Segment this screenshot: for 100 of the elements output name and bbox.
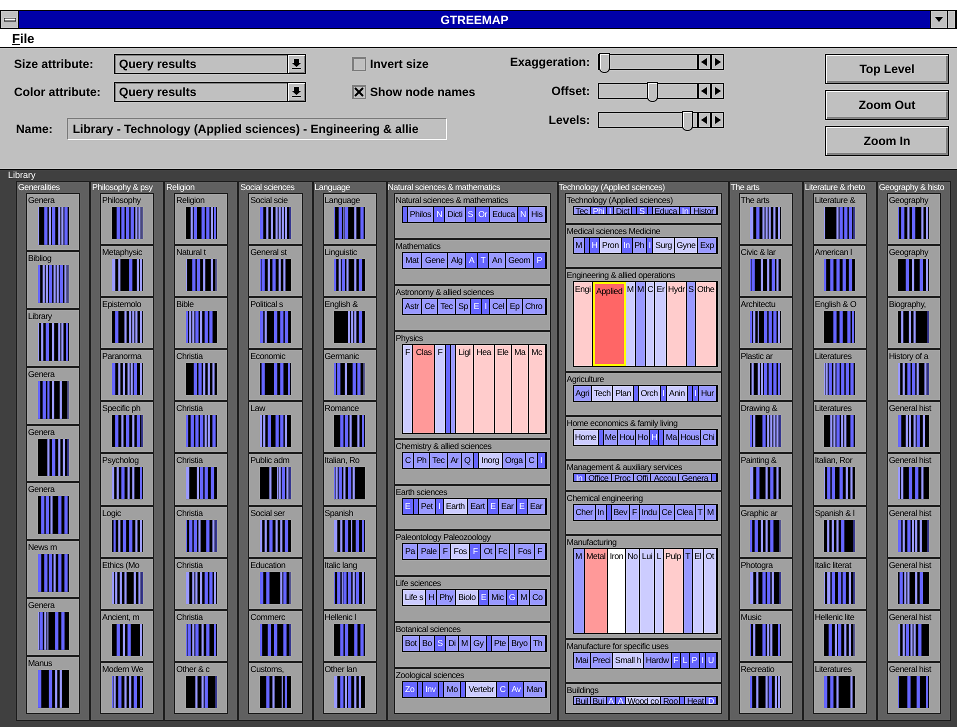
- treemap-leaf[interactable]: Tech: [592, 386, 614, 401]
- treemap-leaf[interactable]: F: [630, 505, 640, 520]
- treemap-leaf[interactable]: S: [466, 207, 476, 222]
- treemap-node[interactable]: Medical sciences Medicine M H Pron In Ph I Surg Gyne Exp: [564, 224, 722, 268]
- treemap-leaf[interactable]: Ele: [494, 344, 512, 433]
- treemap-node[interactable]: Music: [738, 610, 793, 662]
- treemap-column[interactable]: [386, 181, 558, 721]
- treemap-leaf[interactable]: Me: [604, 430, 618, 445]
- treemap-leaf[interactable]: Di: [446, 636, 459, 652]
- treemap-leaf[interactable]: Dict: [614, 207, 632, 214]
- treemap-column[interactable]: The arts The arts Civic & lar Architectu Plastic ar Drawing & Painting & Graphic ar Photogra Music Recreatio: [728, 181, 803, 721]
- treemap-node[interactable]: Italian, Ro: [322, 453, 377, 506]
- dropdown[interactable]: Query results: [114, 82, 306, 102]
- treemap-leaf[interactable]: Fos: [451, 544, 470, 560]
- treemap-leaf[interactable]: M: [636, 282, 646, 366]
- treemap-leaf[interactable]: Orga: [502, 452, 526, 468]
- treemap-node[interactable]: General hist: [886, 453, 941, 506]
- treemap-leaf[interactable]: D: [706, 696, 717, 704]
- treemap-leaf[interactable]: Tec: [574, 207, 591, 214]
- treemap-leaf[interactable]: E: [488, 498, 499, 514]
- treemap-leaf[interactable]: Metal: [584, 549, 608, 633]
- treemap-leaf[interactable]: F: [402, 344, 414, 433]
- treemap-node[interactable]: Literatures: [812, 401, 867, 454]
- treemap-leaf[interactable]: Clea: [674, 505, 696, 520]
- treemap-leaf[interactable]: Ph: [632, 238, 647, 254]
- treemap-leaf[interactable]: M: [574, 549, 585, 633]
- treemap-node[interactable]: History of a: [886, 349, 941, 402]
- treemap-node[interactable]: General hist: [886, 662, 941, 714]
- treemap-leaf[interactable]: Plan: [613, 386, 634, 401]
- treemap-leaf[interactable]: Sp: [456, 298, 472, 314]
- treemap-node[interactable]: Literatures: [812, 662, 867, 714]
- treemap-leaf[interactable]: M: [518, 590, 530, 606]
- treemap-node[interactable]: Christia: [174, 401, 228, 454]
- treemap-leaf[interactable]: H: [650, 430, 660, 445]
- treemap-leaf[interactable]: Surg: [653, 238, 675, 254]
- treemap-node[interactable]: Ethics (Mo: [100, 558, 154, 610]
- treemap-leaf[interactable]: Vertebr: [466, 682, 498, 698]
- treemap-node[interactable]: American l: [812, 245, 867, 298]
- treemap-leaf[interactable]: E: [402, 498, 414, 514]
- treemap-node[interactable]: Genera: [26, 193, 80, 251]
- checkbox[interactable]: [352, 85, 366, 99]
- treemap-leaf[interactable]: Small h: [613, 652, 644, 668]
- treemap-node[interactable]: Epistemolo: [100, 297, 154, 350]
- treemap-leaf[interactable]: Ep: [507, 298, 523, 314]
- treemap-leaf[interactable]: Anin: [667, 386, 688, 401]
- treemap-node[interactable]: Italic lang: [322, 558, 377, 610]
- treemap-node[interactable]: Other lan: [322, 662, 377, 714]
- treemap-leaf[interactable]: Offi: [634, 474, 652, 482]
- treemap-leaf[interactable]: F: [672, 652, 681, 668]
- treemap-node[interactable]: Customs,: [248, 662, 302, 714]
- treemap-leaf[interactable]: Gy: [471, 636, 487, 652]
- treemap-leaf[interactable]: Alg: [448, 252, 466, 268]
- treemap-leaf[interactable]: C: [402, 452, 414, 468]
- treemap-leaf[interactable]: Ma: [512, 344, 529, 433]
- treemap-leaf[interactable]: Pulp: [664, 549, 684, 633]
- treemap-leaf[interactable]: C: [526, 452, 538, 468]
- treemap-leaf[interactable]: [680, 696, 686, 704]
- command-button[interactable]: Zoom Out: [825, 90, 949, 120]
- treemap-leaf[interactable]: M: [574, 238, 585, 254]
- treemap-leaf[interactable]: An: [489, 252, 506, 268]
- treemap-leaf[interactable]: Othe: [696, 282, 717, 366]
- treemap-leaf[interactable]: Astr: [402, 298, 422, 314]
- treemap-leaf[interactable]: Or: [476, 207, 490, 222]
- treemap-leaf[interactable]: Pale: [418, 544, 440, 560]
- treemap-node[interactable]: Graphic ar: [738, 506, 793, 558]
- treemap-leaf[interactable]: Cel: [490, 298, 508, 314]
- treemap-node[interactable]: Metaphysic: [100, 245, 154, 298]
- treemap-leaf[interactable]: H: [590, 238, 600, 254]
- treemap-leaf[interactable]: T: [478, 252, 490, 268]
- treemap-node[interactable]: Language: [322, 193, 377, 246]
- treemap-leaf[interactable]: Eart: [468, 498, 488, 514]
- treemap-leaf[interactable]: Av: [509, 682, 524, 698]
- treemap-leaf[interactable]: H: [426, 590, 438, 606]
- treemap-node[interactable]: Paranorma: [100, 349, 154, 402]
- treemap-leaf[interactable]: Mat: [402, 252, 422, 268]
- treemap-node[interactable]: Home economics & family living Home Me Hou Ho H Ma Hous Chi: [564, 416, 722, 460]
- treemap-node[interactable]: Library: [26, 308, 80, 367]
- checkbox[interactable]: [352, 57, 366, 71]
- treemap-leaf[interactable]: M: [458, 636, 472, 652]
- treemap-leaf[interactable]: Bo: [420, 636, 436, 652]
- treemap-leaf[interactable]: F: [470, 544, 482, 560]
- treemap-node[interactable]: Genera: [26, 482, 80, 540]
- maximize-button[interactable]: [948, 11, 956, 28]
- treemap-leaf[interactable]: Co: [530, 590, 546, 606]
- treemap-leaf[interactable]: In: [622, 238, 633, 254]
- treemap-leaf[interactable]: His: [529, 207, 546, 222]
- treemap-leaf[interactable]: Office: [586, 474, 612, 482]
- treemap-node[interactable]: Christia: [174, 558, 228, 610]
- treemap-leaf[interactable]: Man: [524, 682, 546, 698]
- treemap-node[interactable]: English &: [322, 297, 377, 350]
- treemap-node[interactable]: Philosophy: [100, 193, 154, 246]
- treemap-leaf[interactable]: Fc: [496, 544, 510, 560]
- treemap-leaf[interactable]: Applied: [592, 282, 626, 366]
- treemap-leaf[interactable]: Genera: [679, 474, 712, 482]
- right-arrow-button[interactable]: [711, 83, 724, 99]
- treemap-leaf[interactable]: F: [440, 544, 452, 560]
- treemap-leaf[interactable]: S: [435, 636, 446, 652]
- right-arrow-button[interactable]: [711, 112, 724, 128]
- treemap-leaf[interactable]: Ot: [481, 544, 496, 560]
- treemap-leaf[interactable]: In: [680, 207, 692, 214]
